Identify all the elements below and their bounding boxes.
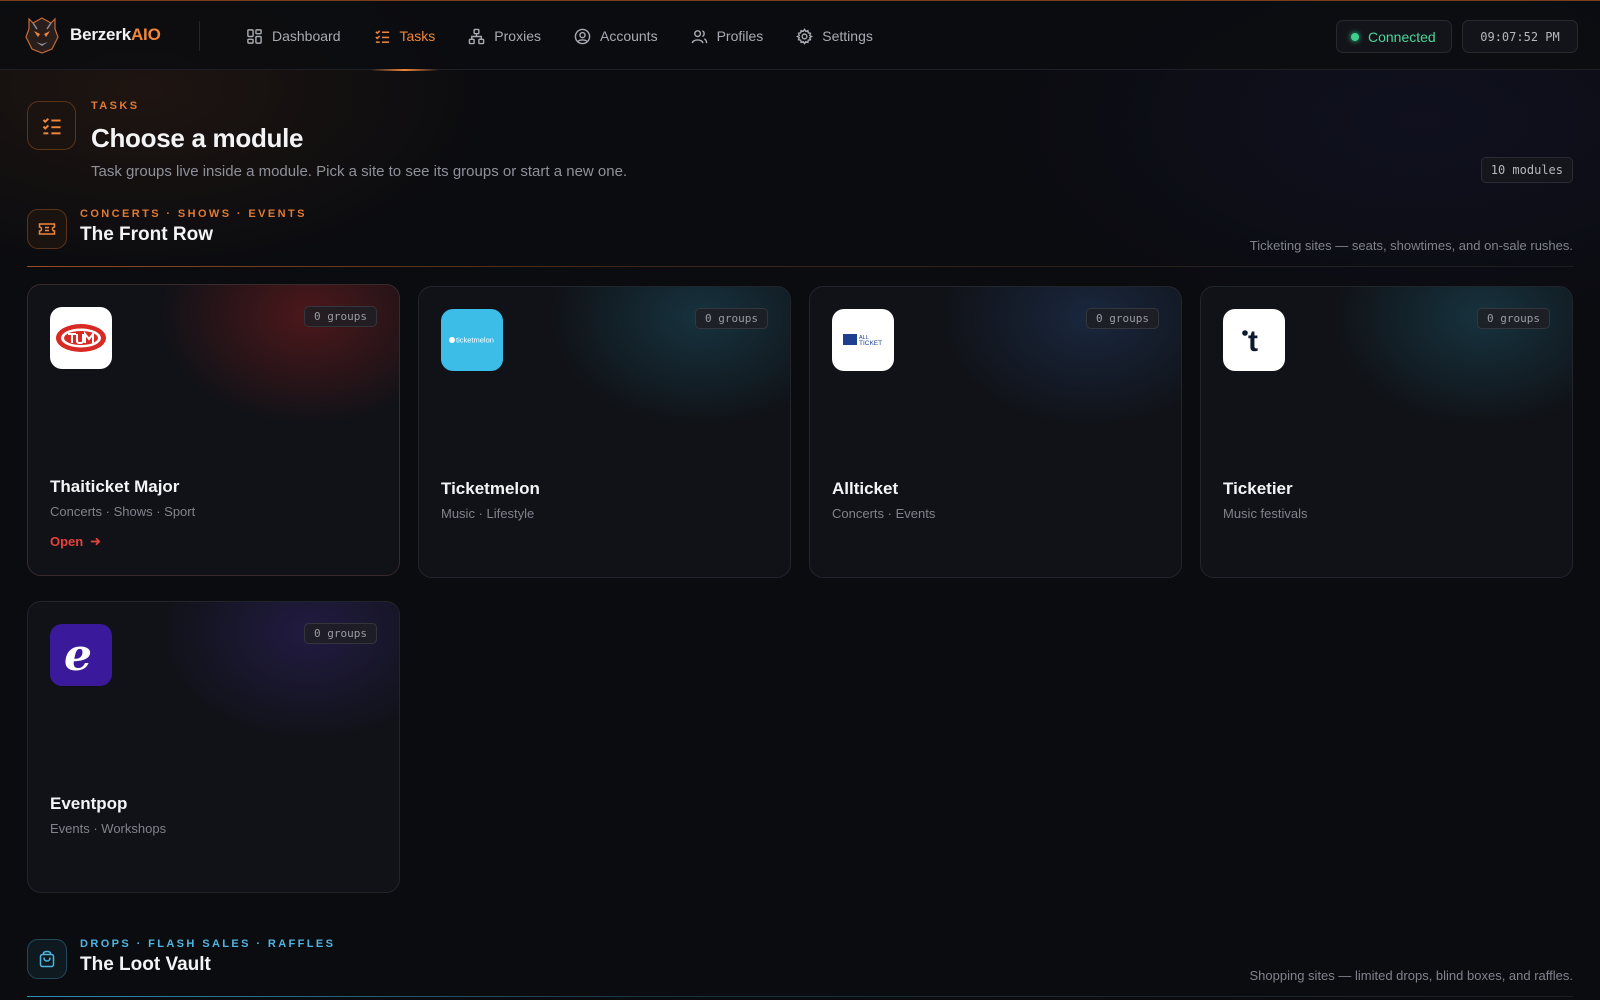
section-title: The Loot Vault — [80, 954, 211, 975]
section-eyebrow: DROPS · FLASH SALES · RAFFLES — [80, 938, 336, 950]
nav-settings-label: Settings — [822, 28, 873, 44]
brand-name-accent: AIO — [130, 25, 161, 44]
berzerk-logo-icon — [25, 17, 59, 54]
module-tags: Concerts · Shows · Sport — [50, 504, 196, 519]
thaiticket-logo-icon — [50, 307, 112, 369]
page-title: Choose a module — [91, 123, 304, 153]
nav-accounts[interactable]: Accounts — [574, 1, 658, 71]
groups-count-badge: 0 groups — [695, 308, 768, 329]
module-card-thaiticket-major[interactable]: 0 groups Thaiticket Major Concerts · Sho… — [27, 284, 400, 576]
brand-name-primary: Berzerk — [70, 25, 131, 44]
module-name: Ticketier — [1223, 479, 1293, 498]
nav-tasks[interactable]: Tasks — [369, 1, 440, 71]
ticket-icon — [27, 209, 67, 249]
module-name: Eventpop — [50, 794, 128, 813]
top-navigation-bar: BerzerkAIO Dashboard Tasks Proxies Accou… — [0, 0, 1600, 71]
status-dot-icon — [1351, 32, 1359, 41]
tasks-icon — [374, 29, 389, 43]
module-card-ticketmelon[interactable]: ticketmelon 0 groups Ticketmelon Music ·… — [418, 286, 791, 578]
nav-settings[interactable]: Settings — [796, 1, 873, 71]
module-card-eventpop[interactable]: e 0 groups Eventpop Events · Workshops — [27, 601, 400, 893]
proxies-icon — [469, 28, 485, 44]
brand-name: BerzerkAIO — [70, 25, 161, 45]
connection-status[interactable]: Connected — [1336, 20, 1452, 53]
module-name: Allticket — [832, 479, 899, 498]
settings-icon — [796, 27, 814, 45]
section-description: Shopping sites — limited drops, blind bo… — [1249, 968, 1574, 983]
open-label: Open — [50, 534, 84, 549]
nav-proxies[interactable]: Proxies — [468, 1, 541, 71]
nav-profiles-label: Profiles — [716, 28, 764, 44]
section-title: The Front Row — [80, 224, 213, 245]
groups-count-badge: 0 groups — [1086, 308, 1159, 329]
main-nav: Dashboard Tasks Proxies Accounts Profile… — [246, 1, 906, 71]
page-subtitle: Task groups live inside a module. Pick a… — [91, 163, 628, 180]
allticket-logo-icon: ALL TICKET — [832, 309, 894, 371]
module-name: Thaiticket Major — [50, 477, 180, 496]
clock: 09:07:52 PM — [1462, 20, 1578, 53]
ticketmelon-logo-text: ticketmelon — [456, 336, 494, 345]
arrow-right-icon — [91, 537, 101, 546]
nav-profiles[interactable]: Profiles — [691, 1, 764, 71]
brand-divider — [199, 21, 200, 51]
shopping-bag-icon — [27, 939, 67, 979]
ticketier-logo-text: t — [1248, 325, 1258, 358]
nav-proxies-label: Proxies — [494, 28, 541, 44]
groups-count-badge: 0 groups — [1477, 308, 1550, 329]
section-description: Ticketing sites — seats, showtimes, and … — [1249, 238, 1573, 253]
nav-dashboard-label: Dashboard — [272, 28, 341, 44]
groups-count-badge: 0 groups — [304, 306, 377, 327]
module-tags: Events · Workshops — [50, 821, 167, 836]
nav-accounts-label: Accounts — [599, 28, 658, 44]
ticketmelon-logo-icon: ticketmelon — [441, 309, 503, 371]
module-name: Ticketmelon — [441, 479, 540, 498]
open-module-link[interactable]: Open — [50, 534, 102, 549]
module-card-allticket[interactable]: ALL TICKET 0 groups Allticket Concerts ·… — [809, 286, 1182, 578]
page-tasks-icon — [27, 101, 76, 150]
ticketier-logo-icon: t — [1223, 309, 1285, 371]
module-count-badge: 10 modules — [1480, 157, 1573, 183]
section-eyebrow: CONCERTS · SHOWS · EVENTS — [80, 208, 307, 220]
page-eyebrow: TASKS — [91, 100, 140, 112]
dashboard-icon — [247, 28, 262, 44]
accounts-icon — [574, 28, 591, 44]
module-tags: Music festivals — [1223, 506, 1308, 521]
groups-count-badge: 0 groups — [304, 623, 377, 644]
section-divider — [27, 266, 1573, 267]
connection-status-label: Connected — [1368, 28, 1436, 45]
eventpop-logo-icon: e — [50, 624, 112, 686]
module-tags: Music · Lifestyle — [441, 506, 535, 521]
module-card-ticketier[interactable]: t 0 groups Ticketier Music festivals — [1200, 286, 1573, 578]
nav-tasks-label: Tasks — [399, 28, 436, 44]
allticket-logo-text-bottom: TICKET — [859, 340, 882, 347]
section-divider — [27, 996, 1573, 997]
brand[interactable]: BerzerkAIO — [24, 15, 161, 55]
module-tags: Concerts · Events — [832, 506, 936, 521]
nav-dashboard[interactable]: Dashboard — [246, 1, 341, 71]
eventpop-logo-text: e — [64, 630, 92, 681]
profiles-icon — [691, 29, 707, 43]
